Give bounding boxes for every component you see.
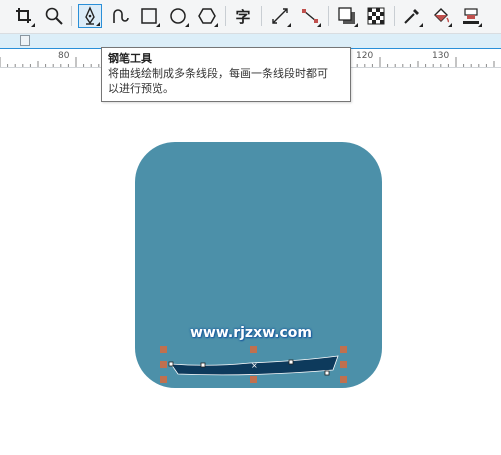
handle (250, 376, 257, 383)
zoom-icon[interactable] (42, 4, 66, 28)
toolbar-separator (328, 6, 329, 26)
toolbar-separator (225, 6, 226, 26)
eyedropper-icon[interactable] (400, 4, 424, 28)
crop-icon[interactable] (12, 4, 36, 28)
handle (160, 376, 167, 383)
drop-shadow-icon[interactable] (335, 4, 359, 28)
text-tool-glyph: 字 (235, 7, 251, 26)
document-icon[interactable] (20, 35, 30, 46)
node (288, 359, 294, 365)
center-mark: × (251, 361, 258, 370)
toolbar-separator (394, 6, 395, 26)
handle (160, 361, 167, 368)
rectangle-icon[interactable] (137, 4, 161, 28)
tooltip-line1: 将曲线绘制成多条线段，每画一条线段时都可 (108, 67, 328, 80)
ruler-label-80: 80 (58, 51, 70, 61)
ruler-label-130: 130 (432, 51, 450, 61)
ellipse-icon[interactable] (166, 4, 190, 28)
dimension-icon[interactable] (268, 4, 292, 28)
main-toolbar: 字 (0, 0, 501, 34)
smart-fill-icon[interactable] (459, 4, 483, 28)
text-tool-icon[interactable]: 字 (231, 4, 255, 28)
polygon-icon[interactable] (195, 4, 219, 28)
handle (340, 346, 347, 353)
watermark-text: www.rjzxw.com (190, 325, 312, 341)
bspline-icon[interactable] (108, 4, 132, 28)
ruler-label-120: 120 (356, 51, 374, 61)
handle (250, 346, 257, 353)
node (200, 362, 206, 368)
pen-icon[interactable] (78, 4, 102, 28)
tooltip-line2: 以进行预览。 (108, 82, 174, 95)
pen-path-selection[interactable]: × (150, 340, 360, 390)
toolbar-separator (71, 6, 72, 26)
toolbar-separator (261, 6, 262, 26)
handle (340, 376, 347, 383)
node (324, 370, 330, 376)
handle (340, 361, 347, 368)
tooltip-title: 钢笔工具 (108, 52, 152, 65)
handle (160, 346, 167, 353)
transparency-icon[interactable] (364, 4, 388, 28)
connector-icon[interactable] (298, 4, 322, 28)
pen-tool-tooltip: 钢笔工具 将曲线绘制成多条线段，每画一条线段时都可 以进行预览。 (101, 47, 351, 102)
interactive-fill-icon[interactable] (429, 4, 453, 28)
node (168, 361, 174, 367)
